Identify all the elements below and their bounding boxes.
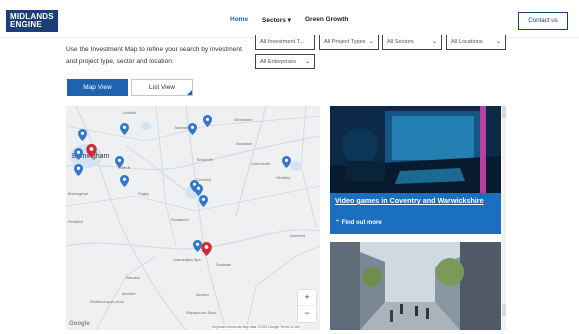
card-title[interactable]: Video games in Coventry and Warwickshire bbox=[335, 196, 484, 205]
midlands-engine-logo[interactable]: MIDLANDS ENGINE bbox=[6, 10, 58, 32]
gaming-scene-image bbox=[330, 106, 501, 193]
find-out-more-label: Find out more bbox=[341, 220, 382, 226]
map-pin-icon[interactable] bbox=[74, 164, 83, 176]
investment-type-value: All Investment T... bbox=[260, 39, 305, 45]
list-view-label: List View bbox=[149, 84, 175, 91]
chevron-up-icon: ⌃ bbox=[335, 220, 342, 226]
chevron-down-icon: ⌄ bbox=[431, 39, 437, 45]
site-header: MIDLANDS ENGINE Home Sectors ▾ Green Gro… bbox=[0, 0, 579, 38]
map-view-button[interactable]: Map View bbox=[67, 79, 128, 96]
town-label: Nuneaton bbox=[236, 142, 253, 146]
map-pin-icon[interactable] bbox=[74, 148, 83, 160]
town-label: Lichfield bbox=[122, 111, 136, 115]
town-label: Bromsgrove bbox=[68, 192, 89, 196]
zoom-in-button[interactable]: + bbox=[298, 290, 316, 306]
page: MIDLANDS ENGINE Home Sectors ▾ Green Gro… bbox=[0, 0, 579, 334]
scrollbar-up-arrow[interactable] bbox=[502, 106, 506, 118]
cards-scrollbar[interactable] bbox=[502, 106, 506, 330]
featured-card-street[interactable] bbox=[330, 242, 501, 330]
town-label: Alcester bbox=[122, 292, 136, 296]
map-pin-icon[interactable] bbox=[282, 156, 291, 168]
town-label: Shipston-on-Stour bbox=[186, 311, 217, 315]
town-label: Redditch bbox=[68, 220, 83, 224]
town-label: Atherstone bbox=[234, 118, 253, 122]
sectors-value: All Sectors bbox=[387, 39, 414, 45]
town-label: Leamington Spa bbox=[173, 258, 201, 262]
scrollbar-thumb[interactable] bbox=[502, 304, 506, 316]
town-label: Stratford-upon-Avon bbox=[90, 300, 125, 304]
nav-home[interactable]: Home bbox=[230, 16, 248, 23]
town-label: Kineton bbox=[196, 293, 209, 297]
town-label: Daventry bbox=[290, 234, 306, 238]
chevron-down-icon: ⌄ bbox=[304, 59, 310, 65]
corner-accent-icon bbox=[187, 90, 192, 95]
nav-sectors[interactable]: Sectors ▾ bbox=[262, 16, 291, 24]
featured-card-video-games[interactable]: Video games in Coventry and Warwickshire bbox=[330, 106, 501, 234]
map-pin-selected-icon[interactable] bbox=[86, 144, 97, 158]
enterprises-value: All Enterprises bbox=[260, 59, 297, 65]
nav-green-growth[interactable]: Green Growth bbox=[305, 16, 348, 23]
map-pin-icon[interactable] bbox=[188, 123, 197, 135]
town-label: Rugby bbox=[138, 192, 149, 196]
project-types-value: All Project Types bbox=[324, 39, 366, 45]
map-attribution[interactable]: Keyboard shortcuts Map data ©2023 Google… bbox=[212, 325, 301, 329]
locations-value: All Locations bbox=[451, 39, 483, 45]
intro-text: Use the Investment Map to refine your se… bbox=[66, 46, 242, 65]
logo-line2: ENGINE bbox=[10, 20, 42, 29]
town-label: Bedworth bbox=[197, 158, 214, 162]
map-pin-icon[interactable] bbox=[115, 156, 124, 168]
map-pin-icon[interactable] bbox=[78, 129, 87, 141]
google-logo: Google bbox=[69, 321, 90, 327]
chevron-down-icon: ⌄ bbox=[368, 39, 374, 45]
investment-type-select[interactable]: All Investment T... bbox=[255, 35, 315, 50]
enterprises-select[interactable]: All Enterprises ⌄ bbox=[255, 54, 315, 69]
street-scene-image bbox=[330, 242, 501, 330]
project-types-select[interactable]: All Project Types ⌄ bbox=[319, 35, 379, 50]
list-view-button[interactable]: List View bbox=[131, 79, 193, 96]
investment-map[interactable]: Lichfield Atherstone Tamworth Birmingham… bbox=[66, 106, 320, 330]
map-pin-icon[interactable] bbox=[120, 175, 129, 187]
town-label: Warwick bbox=[126, 276, 141, 280]
zoom-out-button[interactable]: − bbox=[298, 306, 316, 322]
map-pin-icon[interactable] bbox=[199, 195, 208, 207]
map-pin-icon[interactable] bbox=[120, 123, 129, 135]
map-roads bbox=[66, 106, 320, 330]
map-pin-icon[interactable] bbox=[203, 115, 212, 127]
map-pin-selected-icon[interactable] bbox=[201, 242, 212, 256]
town-label: Lutterworth bbox=[251, 162, 270, 166]
chevron-down-icon: ⌄ bbox=[495, 39, 501, 45]
town-label: Hinckley bbox=[276, 176, 291, 180]
card-image bbox=[330, 106, 501, 193]
find-out-more-link[interactable]: ⌃ Find out more bbox=[335, 219, 382, 226]
contact-us-button[interactable]: Contact us bbox=[518, 12, 568, 30]
town-label: Kenilworth bbox=[171, 218, 189, 222]
sectors-select[interactable]: All Sectors ⌄ bbox=[382, 35, 442, 50]
locations-select[interactable]: All Locations ⌄ bbox=[446, 35, 506, 50]
town-label: Southam bbox=[216, 263, 232, 267]
